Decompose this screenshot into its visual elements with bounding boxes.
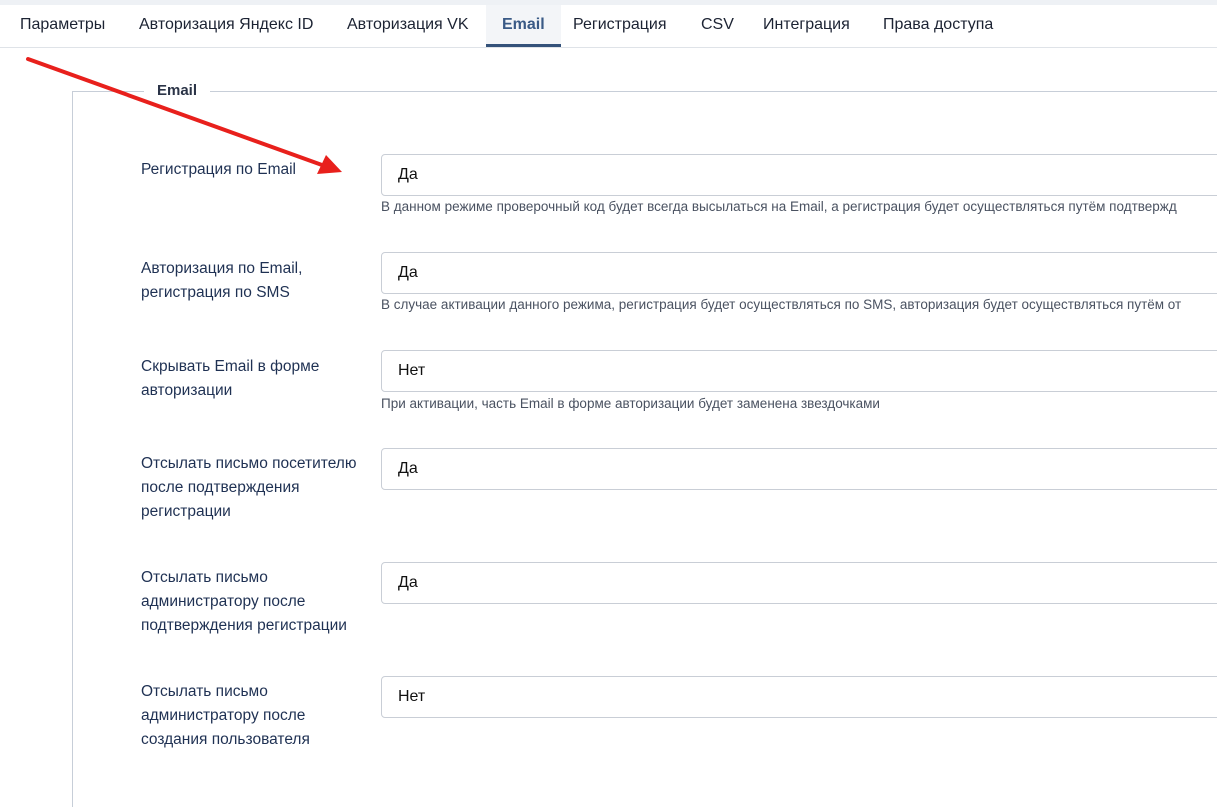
arrow-shaft <box>26 57 324 167</box>
red-arrow-annotation <box>26 57 342 174</box>
